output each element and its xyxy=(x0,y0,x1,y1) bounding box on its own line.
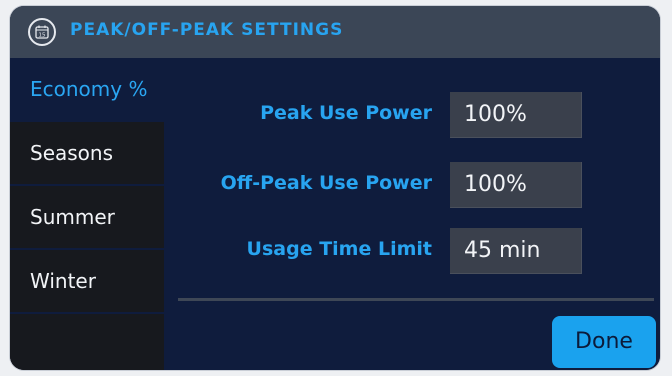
settings-screen: 15 PEAK/OFF-PEAK SETTINGS Economy % Seas… xyxy=(10,6,660,370)
settings-panel: Peak Use Power 100% Off-Peak Use Power 1… xyxy=(164,58,660,370)
usage-time-limit-field[interactable]: 45 min xyxy=(450,228,582,274)
calendar-icon: 15 xyxy=(28,18,56,46)
usage-time-limit-label: Usage Time Limit xyxy=(246,238,432,260)
divider xyxy=(178,298,654,301)
title-bar: 15 PEAK/OFF-PEAK SETTINGS xyxy=(10,6,660,58)
off-peak-use-power-field[interactable]: 100% xyxy=(450,162,582,208)
sidebar-empty-area xyxy=(10,314,164,370)
done-button[interactable]: Done xyxy=(552,316,656,368)
off-peak-use-power-label: Off-Peak Use Power xyxy=(220,172,432,194)
page-title: PEAK/OFF-PEAK SETTINGS xyxy=(70,20,344,40)
peak-use-power-field[interactable]: 100% xyxy=(450,92,582,138)
peak-use-power-label: Peak Use Power xyxy=(260,102,432,124)
calendar-icon-day: 15 xyxy=(39,33,46,39)
